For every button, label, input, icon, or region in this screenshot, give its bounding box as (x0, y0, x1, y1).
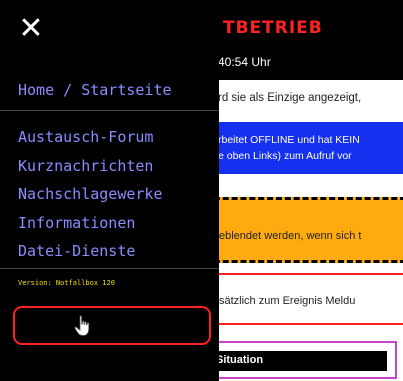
side-menu: ✕ Home / Startseite Austausch-Forum Kurz… (0, 0, 219, 381)
close-icon[interactable]: ✕ (14, 12, 48, 46)
situation-heading: Situation (216, 354, 264, 366)
menu-divider (0, 110, 219, 111)
menu-item-file-services[interactable]: Datei-Dienste (18, 237, 163, 266)
warning-box: eblendet werden, wenn sich t (205, 197, 403, 263)
event-message-text: sätzlich zum Ereignis Meldu (219, 295, 356, 307)
menu-item-reference[interactable]: Nachschlagewerke (18, 180, 163, 209)
situation-heading-bar: Situation (212, 351, 387, 371)
page-time: 40:54 Uhr (218, 55, 271, 69)
offline-info-box: rbeitet OFFLINE und hat KEIN e oben Link… (205, 122, 403, 174)
menu-item-forum[interactable]: Austausch-Forum (18, 123, 163, 152)
menu-item-home[interactable]: Home / Startseite (18, 81, 172, 99)
action-button[interactable] (13, 306, 211, 345)
version-label: Version: Notfallbox 120 (18, 279, 115, 287)
menu-item-messages[interactable]: Kurznachrichten (18, 152, 163, 181)
menu-item-information[interactable]: Informationen (18, 209, 163, 238)
page-title: TBETRIEB (223, 18, 323, 38)
warning-text: eblendet werden, wenn sich t (219, 230, 362, 242)
hand-pointer-icon (74, 315, 90, 336)
event-message-box: sätzlich zum Ereignis Meldu (205, 273, 403, 325)
offline-info-line-1: rbeitet OFFLINE und hat KEIN (218, 134, 360, 146)
menu-divider (0, 268, 219, 269)
menu-nav-list: Austausch-Forum Kurznachrichten Nachschl… (18, 123, 163, 266)
offline-info-line-2: e oben Links) zum Aufruf vor (218, 150, 352, 162)
page-intro-text: rd sie als Einzige angezeigt, (218, 92, 362, 104)
